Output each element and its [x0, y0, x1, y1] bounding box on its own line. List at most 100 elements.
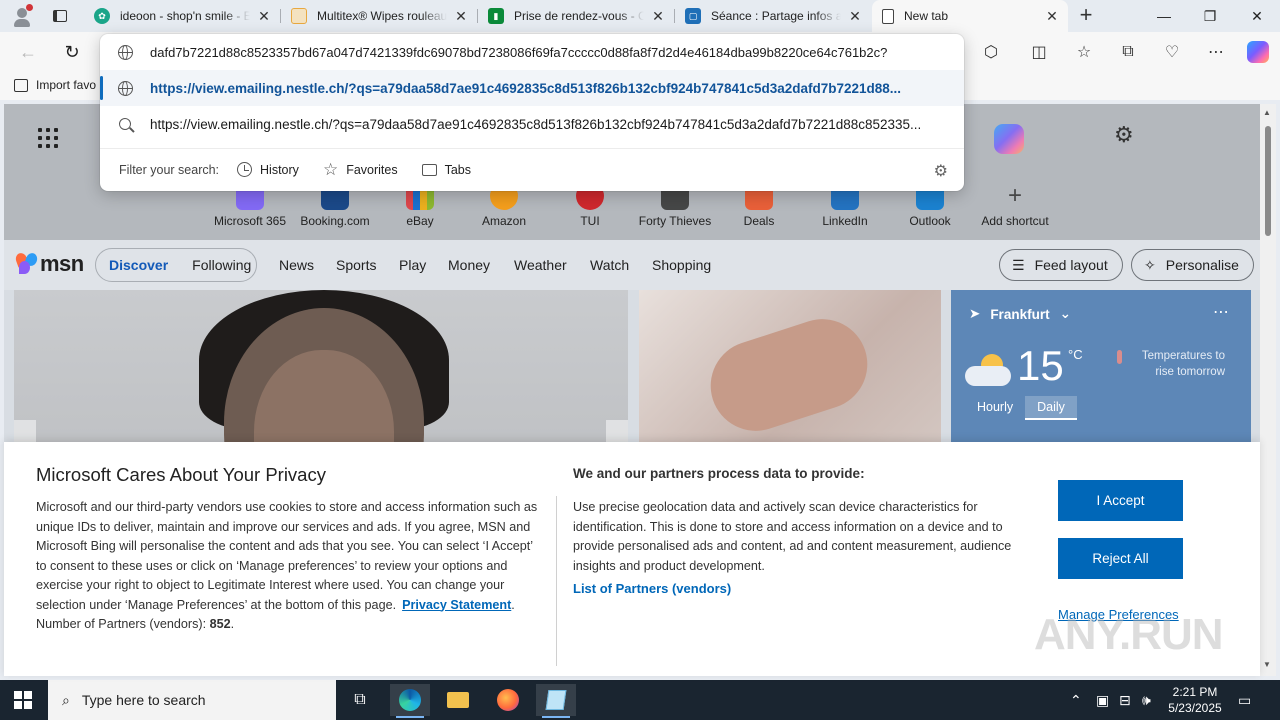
tab-seance[interactable]: ▢ Séance : Partage infos ac ✕: [675, 0, 871, 32]
close-tab-icon[interactable]: ✕: [453, 8, 469, 25]
back-button[interactable]: ←: [14, 38, 42, 66]
close-window-button[interactable]: ✕: [1234, 0, 1280, 32]
minimize-button[interactable]: —: [1141, 0, 1187, 32]
reject-all-button[interactable]: Reject All: [1058, 538, 1183, 579]
close-tab-icon[interactable]: ✕: [1044, 8, 1060, 25]
tab-multitex[interactable]: Multitex® Wipes rouleau ✕: [281, 0, 477, 32]
import-favorites-button[interactable]: Import favo: [14, 78, 96, 92]
windows-start-icon[interactable]: [14, 691, 32, 709]
close-tab-icon[interactable]: ✕: [847, 8, 863, 25]
privacy-consent-banner: Microsoft Cares About Your Privacy Micro…: [4, 442, 1260, 676]
firefox-icon[interactable]: [488, 684, 528, 716]
feed-layout-button[interactable]: ☰ Feed layout: [999, 249, 1123, 281]
tab-rendez-vous[interactable]: ▮ Prise de rendez-vous - Ca ✕: [478, 0, 674, 32]
nav-watch[interactable]: Watch: [590, 257, 629, 273]
network-icon[interactable]: ⊟: [1119, 680, 1131, 720]
copilot-icon[interactable]: [1244, 38, 1272, 66]
file-explorer-icon[interactable]: [438, 684, 478, 716]
restore-button[interactable]: ❐: [1187, 0, 1233, 32]
shortcut-label: Booking.com: [300, 214, 370, 228]
search-icon: ⌕: [62, 691, 70, 708]
shortcut-label: LinkedIn: [822, 214, 868, 228]
windows-taskbar: ⌕ Type here to search ⧉ ⌃ ▣ ⊟ 🕪 2:21 PM …: [0, 680, 1280, 720]
shortcut-label: Outlook: [909, 214, 951, 228]
msn-nav-bar: msn Discover Following News Sports Play …: [4, 240, 1260, 290]
profile-icon[interactable]: [8, 2, 36, 30]
close-tab-icon[interactable]: ✕: [256, 8, 272, 25]
msn-logo[interactable]: msn: [14, 251, 84, 277]
suggestion-search[interactable]: https://view.emailing.nestle.ch/?qs=a79d…: [100, 106, 964, 142]
weather-more-icon[interactable]: ⋯: [1213, 302, 1229, 322]
personalise-button[interactable]: ✧ Personalise: [1131, 249, 1254, 281]
page-scrollbar[interactable]: ▲ ▼: [1260, 104, 1276, 676]
nav-money[interactable]: Money: [448, 257, 490, 273]
address-bar[interactable]: ?dafd7b7221d88c8523357bd67a047d7421339fd…: [100, 34, 964, 70]
clock-time: 2:21 PM: [1172, 685, 1218, 699]
filter-history-button[interactable]: History: [237, 162, 299, 177]
following-tab[interactable]: Following: [192, 257, 251, 273]
task-view-icon[interactable]: ⧉: [340, 684, 380, 716]
feed-layout-label: Feed layout: [1034, 257, 1108, 273]
tab-favicon-icon: ✿: [94, 8, 110, 24]
add-shortcut-button[interactable]: + Add shortcut: [973, 182, 1057, 228]
notifications-icon[interactable]: ▭: [1238, 680, 1251, 720]
weather-location[interactable]: ➤ Frankfurt ⌄: [969, 306, 1071, 322]
tray-device-icon[interactable]: ▣: [1096, 680, 1109, 720]
filter-label: Filter your search:: [119, 162, 220, 177]
scrollbar-thumb[interactable]: [1265, 126, 1271, 236]
system-clock[interactable]: 2:21 PM 5/23/2025: [1160, 684, 1230, 716]
tab-ideoon[interactable]: ✿ ideoon - shop'n smile - E ✕: [84, 0, 280, 32]
page-icon: [882, 8, 894, 24]
performance-icon[interactable]: ♡: [1158, 38, 1186, 66]
favorites-star-icon[interactable]: ☆: [1070, 38, 1098, 66]
filter-favorites-button[interactable]: ☆ Favorites: [323, 161, 398, 178]
close-tab-icon[interactable]: ✕: [650, 8, 666, 25]
refresh-button[interactable]: ↻: [58, 38, 86, 66]
partly-cloudy-icon: [965, 354, 1011, 386]
nav-weather[interactable]: Weather: [514, 257, 567, 273]
suggestion-search-text: https://view.emailing.nestle.ch/?qs=a79d…: [150, 116, 922, 132]
data-processing-body: Use precise geolocation data and activel…: [573, 500, 1012, 573]
more-menu-icon[interactable]: ⋯: [1202, 38, 1230, 66]
list-of-partners-link[interactable]: List of Partners (vendors): [573, 581, 731, 596]
tab-title: Multitex® Wipes rouleau: [317, 9, 447, 23]
forecast-line-1: Temperatures to: [1141, 350, 1225, 362]
tab-favicon-icon: ▢: [685, 8, 701, 24]
nav-shopping[interactable]: Shopping: [652, 257, 711, 273]
discover-tab[interactable]: Discover: [109, 257, 168, 273]
edge-taskbar-icon[interactable]: [390, 684, 430, 718]
scroll-down-icon[interactable]: ▼: [1263, 660, 1271, 669]
page-settings-gear-icon[interactable]: ⚙: [1114, 122, 1134, 148]
suggestion-url[interactable]: https://view.emailing.nestle.ch/?qs=a79d…: [100, 70, 964, 106]
nav-sports[interactable]: Sports: [336, 257, 376, 273]
split-screen-icon[interactable]: ◫: [1025, 38, 1053, 66]
tab-hourly[interactable]: Hourly: [965, 396, 1025, 420]
nav-play[interactable]: Play: [399, 257, 426, 273]
nav-news[interactable]: News: [279, 257, 314, 273]
tab-actions-icon[interactable]: [46, 2, 74, 30]
filter-tabs-button[interactable]: Tabs: [421, 162, 471, 177]
accept-button[interactable]: I Accept: [1058, 480, 1183, 521]
tab-title: ideoon - shop'n smile - E: [120, 9, 250, 23]
volume-icon[interactable]: 🕪: [1142, 680, 1151, 720]
collections-icon[interactable]: ⧉: [1114, 38, 1142, 66]
tray-chevron-icon[interactable]: ⌃: [1070, 680, 1082, 720]
privacy-statement-link[interactable]: Privacy Statement: [402, 598, 511, 612]
forecast-line-2: rise tomorrow: [1155, 366, 1225, 378]
app-launcher-icon[interactable]: [38, 128, 58, 148]
new-tab-button[interactable]: +: [1074, 4, 1098, 28]
tab-new-tab[interactable]: New tab ✕: [872, 0, 1068, 32]
tab-daily[interactable]: Daily: [1025, 396, 1077, 420]
tab-favicon-icon: [291, 8, 307, 24]
taskbar-search-box[interactable]: ⌕ Type here to search: [48, 680, 336, 720]
notepad-icon[interactable]: [536, 684, 576, 718]
data-processing-title: We and our partners process data to prov…: [573, 466, 865, 481]
address-input[interactable]: ?dafd7b7221d88c8523357bd67a047d7421339fd…: [150, 45, 964, 60]
import-icon: [14, 78, 28, 92]
filter-tabs-label: Tabs: [444, 162, 471, 177]
sparkle-star-icon: ✧: [1144, 256, 1156, 273]
copilot-icon[interactable]: [994, 124, 1024, 154]
scroll-up-icon[interactable]: ▲: [1263, 108, 1271, 117]
extensions-icon[interactable]: ⬡: [977, 38, 1005, 66]
search-settings-gear-icon[interactable]: ⚙: [934, 161, 948, 181]
